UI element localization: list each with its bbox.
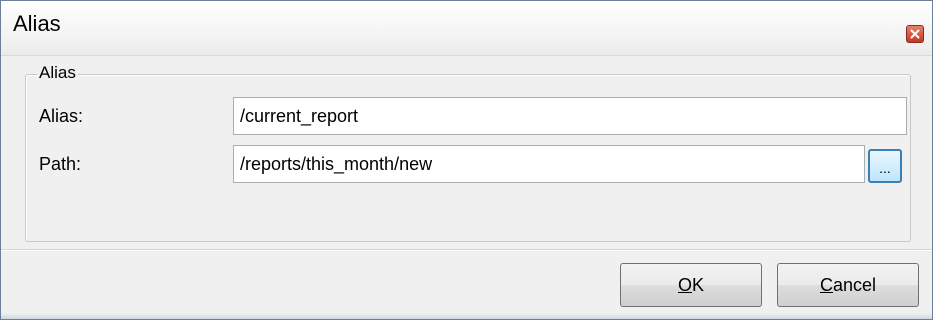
window-title: Alias [13, 11, 61, 36]
path-input[interactable] [233, 145, 865, 183]
button-separator [1, 249, 932, 251]
cancel-button[interactable]: Cancel [777, 263, 919, 307]
browse-button[interactable]: ... [868, 149, 902, 183]
close-button[interactable] [906, 25, 924, 43]
cancel-label-rest: ancel [832, 275, 877, 295]
dialog-client-area: Alias Alias: Path: ... OK Cancel [1, 56, 932, 319]
alias-dialog: Alias Alias Alias: Path: ... OK Cancel [0, 0, 933, 320]
cancel-mnemonic: C [819, 275, 833, 295]
ok-mnemonic: O [677, 275, 692, 295]
ok-label-rest: K [692, 275, 705, 295]
title-bar[interactable]: Alias [1, 1, 932, 56]
close-icon [910, 29, 920, 39]
ok-button[interactable]: OK [620, 263, 762, 307]
alias-input[interactable] [233, 97, 907, 135]
alias-label: Alias: [39, 106, 84, 126]
path-label: Path: [39, 154, 82, 174]
group-legend: Alias [37, 63, 78, 83]
window-bottom-edge [1, 313, 932, 319]
